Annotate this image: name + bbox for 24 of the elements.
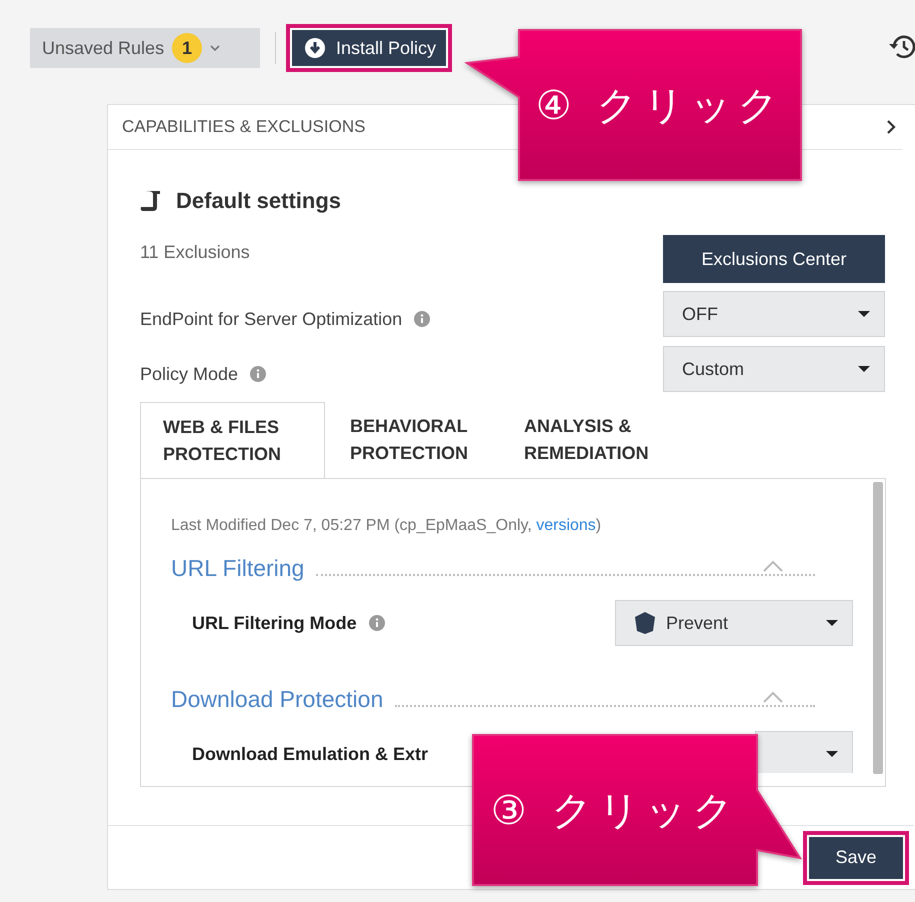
section-title: Download Protection [171, 686, 384, 713]
versions-link[interactable]: versions [536, 517, 596, 534]
setting-label: URL Filtering Mode [192, 612, 357, 634]
exclusions-center-button[interactable]: Exclusions Center [663, 235, 885, 283]
tab[interactable]: ANALYSIS & REMEDIATION [499, 401, 680, 478]
step-label: ③ クリック [490, 786, 740, 836]
dropdown[interactable]: Prevent [615, 600, 853, 646]
tab[interactable]: BEHAVIORAL PROTECTION [325, 401, 500, 478]
tab[interactable]: WEB & FILES PROTECTION [140, 402, 325, 479]
save-button[interactable]: Save [803, 830, 909, 884]
count-badge: 1 [172, 33, 202, 63]
last-modified-text: Last Modified Dec 7, 05:27 PM (cp_EpMaaS_Only, versions) [171, 517, 602, 535]
unsaved-rules-button[interactable]: Unsaved Rules 1 [30, 28, 260, 68]
section-title: URL Filtering [171, 555, 304, 582]
setting-label: Policy Mode [140, 364, 238, 384]
install-policy-button[interactable]: Install Policy [286, 24, 452, 72]
setting-label: EndPoint for Server Optimization [140, 308, 402, 330]
section-heading: Default settings [176, 188, 342, 214]
setting-label: Download Emulation & Extr [192, 744, 428, 764]
exclusions-count: 11 Exclusions [140, 241, 250, 263]
panel-title: CAPABILITIES & EXCLUSIONS [122, 117, 366, 137]
step-label: ④ クリック [536, 82, 784, 130]
dropdown[interactable]: OFF [663, 291, 885, 337]
dropdown[interactable]: Custom [663, 346, 885, 392]
